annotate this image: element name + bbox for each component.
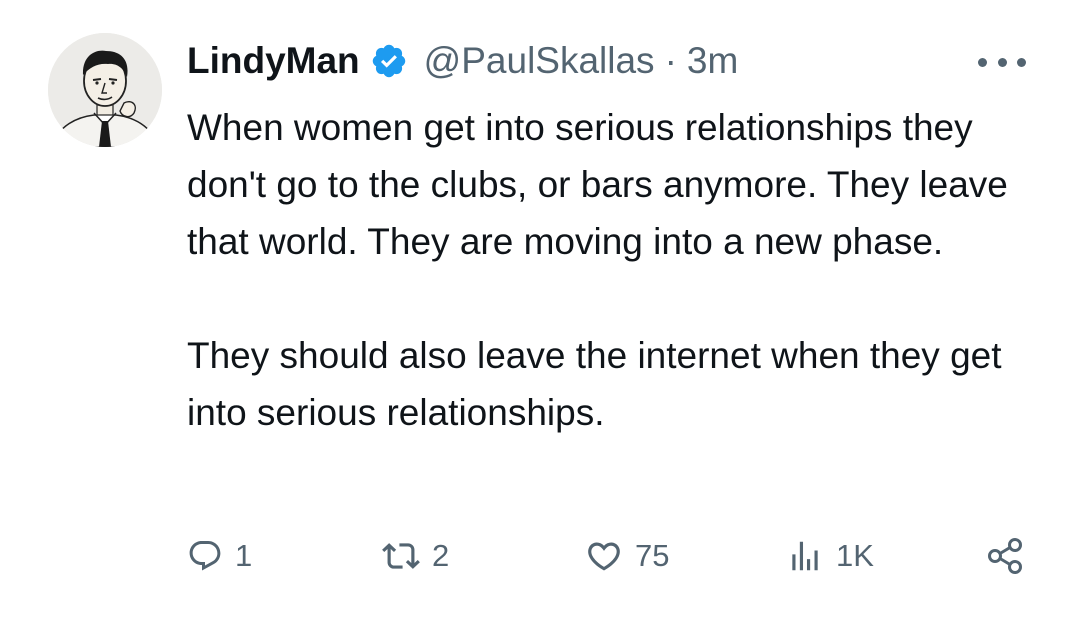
tweet-text: When women get into serious relationship… (187, 99, 1047, 441)
tweet-paragraph-2: They should also leave the internet when… (187, 335, 1002, 433)
separator-dot: · (664, 40, 677, 81)
views-icon (792, 541, 818, 571)
cartoon-man-avatar-icon (48, 33, 162, 147)
views-button[interactable]: 1K (786, 528, 874, 584)
avatar[interactable] (48, 33, 162, 147)
reply-count: 1 (235, 538, 253, 573)
timestamp[interactable]: 3m (687, 40, 738, 82)
tweet-header: LindyMan @PaulSkallas · 3m (187, 38, 738, 84)
share-button[interactable] (984, 528, 1026, 584)
reply-button[interactable]: 1 (187, 528, 252, 584)
share-icon (988, 538, 1022, 574)
repost-button[interactable]: 2 (382, 528, 449, 584)
more-dot (997, 57, 1007, 67)
tweet-paragraph-1: When women get into serious relationship… (187, 107, 1008, 262)
user-handle[interactable]: @PaulSkallas (424, 40, 655, 82)
more-dot (978, 57, 987, 67)
repost-count: 2 (432, 538, 450, 573)
view-count: 1K (836, 538, 874, 573)
heart-icon (588, 542, 620, 571)
like-count: 75 (635, 538, 670, 573)
repost-icon (382, 543, 420, 569)
display-name[interactable]: LindyMan (187, 40, 360, 82)
action-bar: 1 2 75 1K (0, 528, 1080, 584)
verified-badge-icon[interactable] (370, 42, 408, 80)
more-dot (1017, 57, 1026, 67)
like-button[interactable]: 75 (585, 528, 669, 584)
tweet-card[interactable]: LindyMan @PaulSkallas · 3m When women ge… (0, 0, 1080, 617)
reply-icon (189, 541, 221, 571)
more-options-icon[interactable] (978, 50, 1026, 74)
